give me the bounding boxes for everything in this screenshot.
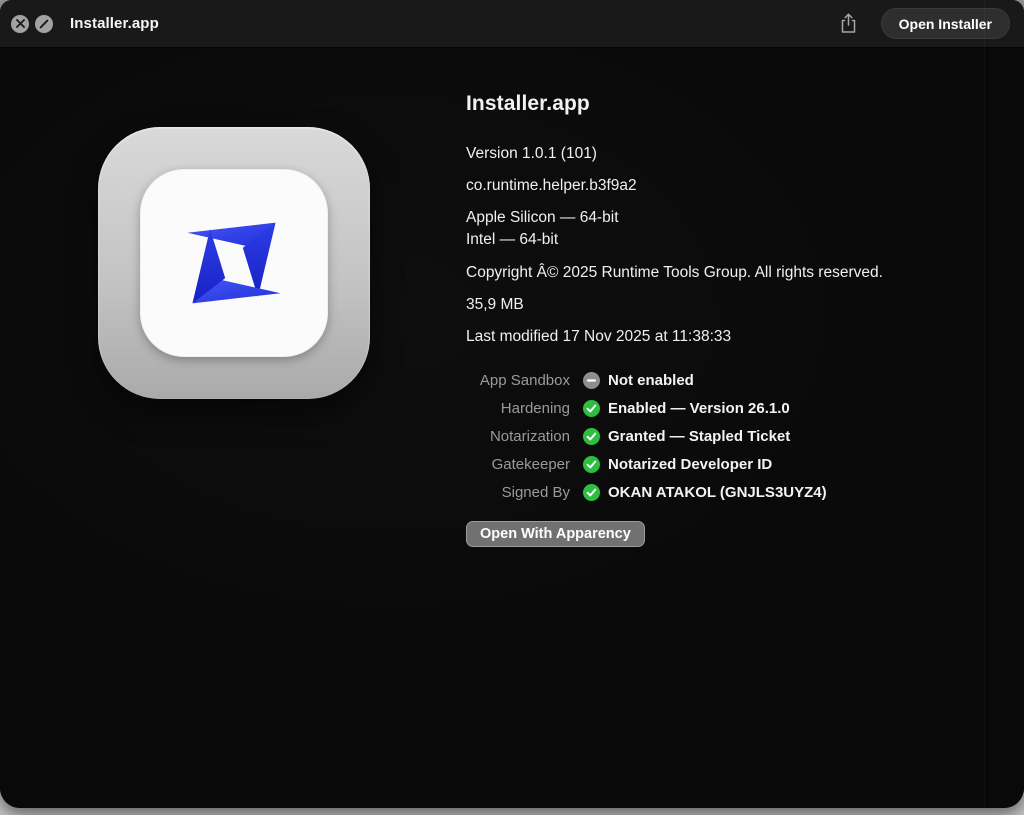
window-titlebar: Installer.app Open Installer xyxy=(0,0,1024,48)
security-row-signed-by: Signed By OKAN ATAKOL (GNJLS3UYZ4) xyxy=(466,478,827,506)
security-table: App Sandbox Not enabled Hardening xyxy=(466,366,827,506)
version-text: Version 1.0.1 (101) xyxy=(466,143,1006,164)
close-x-glyph xyxy=(16,19,25,28)
security-row-value: Not enabled xyxy=(608,372,694,389)
app-details: Installer.app Version 1.0.1 (101) co.run… xyxy=(466,92,1006,347)
security-row-label: Notarization xyxy=(466,428,570,445)
window-title: Installer.app xyxy=(70,15,159,32)
security-row-value: Granted — Stapled Ticket xyxy=(608,428,790,445)
app-logo-icon xyxy=(171,200,297,326)
status-check-icon xyxy=(583,484,600,501)
app-icon-inner-tile xyxy=(140,169,328,357)
security-row-label: Hardening xyxy=(466,400,570,417)
security-row-value: OKAN ATAKOL (GNJLS3UYZ4) xyxy=(608,484,827,501)
status-check-icon xyxy=(583,428,600,445)
last-modified-text: Last modified 17 Nov 2025 at 11:38:33 xyxy=(466,326,1006,347)
slash-glyph xyxy=(38,18,50,30)
arch-apple-silicon: Apple Silicon — 64-bit xyxy=(466,207,1006,229)
content-area: Installer.app Version 1.0.1 (101) co.run… xyxy=(0,48,1024,808)
app-info-window: Installer.app Open Installer xyxy=(0,0,1024,808)
bundle-id-text: co.runtime.helper.b3f9a2 xyxy=(466,175,1006,196)
size-text: 35,9 MB xyxy=(466,294,1006,315)
blocked-icon[interactable] xyxy=(35,15,53,33)
status-neutral-icon xyxy=(583,372,600,389)
close-icon[interactable] xyxy=(11,15,29,33)
security-row-label: Gatekeeper xyxy=(466,456,570,473)
security-row-value: Notarized Developer ID xyxy=(608,456,772,473)
status-check-icon xyxy=(583,456,600,473)
security-row-label: Signed By xyxy=(466,484,570,501)
app-icon xyxy=(98,127,370,399)
security-row-hardening: Hardening Enabled — Version 26.1.0 xyxy=(466,394,827,422)
security-row-value: Enabled — Version 26.1.0 xyxy=(608,400,790,417)
arch-intel: Intel — 64-bit xyxy=(466,229,1006,251)
app-name-heading: Installer.app xyxy=(466,92,1006,116)
share-icon[interactable] xyxy=(840,13,857,34)
open-with-apparency-button[interactable]: Open With Apparency xyxy=(466,521,645,547)
security-row-gatekeeper: Gatekeeper Notarized Developer ID xyxy=(466,450,827,478)
open-installer-button[interactable]: Open Installer xyxy=(881,8,1010,39)
security-row-notarization: Notarization Granted — Stapled Ticket xyxy=(466,422,827,450)
status-check-icon xyxy=(583,400,600,417)
architectures-text: Apple Silicon — 64-bit Intel — 64-bit xyxy=(466,207,1006,251)
copyright-text: Copyright Â© 2025 Runtime Tools Group. A… xyxy=(466,262,1006,283)
security-row-app-sandbox: App Sandbox Not enabled xyxy=(466,366,827,394)
security-row-label: App Sandbox xyxy=(466,372,570,389)
